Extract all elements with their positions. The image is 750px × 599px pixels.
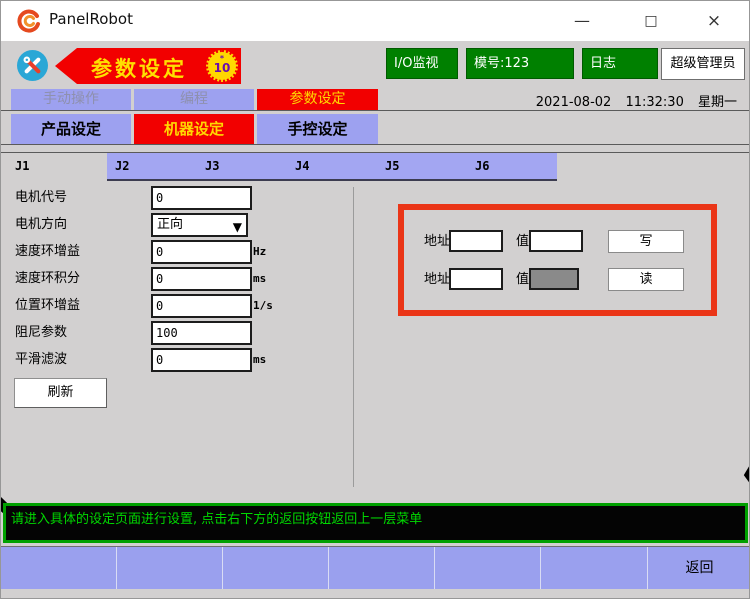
tab-product-settings[interactable]: 产品设定 <box>11 114 131 144</box>
date-text: 2021-08-02 <box>536 95 612 110</box>
field-unit: ms <box>253 353 266 366</box>
tab-j2[interactable]: J2 <box>107 153 197 181</box>
bottom-bar-cell[interactable] <box>540 547 647 589</box>
app-window: PanelRobot — □ × 参数设定 *10 I/O监视 模号:123 日… <box>0 0 750 599</box>
tab-j4[interactable]: J4 <box>287 153 377 181</box>
maximize-button[interactable]: □ <box>638 8 664 34</box>
tab-j6[interactable]: J6 <box>467 153 557 181</box>
write-button[interactable]: 写 <box>608 230 684 253</box>
field-label: 平滑滤波 <box>15 348 67 372</box>
field-unit: 1/s <box>253 299 273 312</box>
register-panel: 地址 值 写 地址 值 读 <box>398 204 717 316</box>
vertical-divider <box>353 187 354 487</box>
speed-loop-gain-input[interactable] <box>151 240 252 264</box>
write-address-input[interactable] <box>449 230 503 252</box>
super-admin-button[interactable]: 超级管理员 <box>661 48 745 80</box>
page-number-badge: *10 <box>206 50 238 82</box>
field-label: 电机代号 <box>15 186 67 210</box>
divider-line <box>1 144 750 145</box>
smoothing-filter-input[interactable] <box>151 348 252 372</box>
damping-parameter-input[interactable] <box>151 321 252 345</box>
field-label: 位置环增益 <box>15 294 80 318</box>
field-label: 电机方向 <box>15 213 67 237</box>
window-title: PanelRobot <box>49 10 133 28</box>
panelrobot-logo-icon <box>17 9 41 33</box>
tab-parameter-settings[interactable]: 参数设定 <box>257 89 378 110</box>
read-row: 地址 值 读 <box>404 268 711 292</box>
edge-marker <box>743 463 750 485</box>
refresh-button[interactable]: 刷新 <box>14 378 107 408</box>
tab-manual-control-settings[interactable]: 手控设定 <box>257 114 378 144</box>
address-label: 地址 <box>424 230 450 254</box>
field-unit: ms <box>253 272 266 285</box>
read-address-input[interactable] <box>449 268 503 290</box>
bottom-bar-cell[interactable] <box>222 547 328 589</box>
bottom-bar-cell[interactable] <box>328 547 434 589</box>
io-monitor-button[interactable]: I/O监视 <box>386 48 458 79</box>
value-label: 值 <box>516 230 529 254</box>
tab-j1[interactable]: J1 <box>1 153 107 181</box>
tab-j3[interactable]: J3 <box>197 153 287 181</box>
close-button[interactable]: × <box>701 8 727 34</box>
read-value-display <box>529 268 579 290</box>
tab-programming[interactable]: 编程 <box>134 89 254 110</box>
value-label: 值 <box>516 268 529 292</box>
page-title: 参数设定 <box>91 53 187 83</box>
motor-code-input[interactable] <box>151 186 252 210</box>
model-number-button[interactable]: 模号:123 <box>466 48 574 79</box>
tab-machine-settings[interactable]: 机器设定 <box>134 114 254 144</box>
divider-line <box>1 110 750 111</box>
motor-direction-select[interactable]: 正向 ▼ <box>151 213 248 237</box>
status-message: 请进入具体的设定页面进行设置, 点击右下方的返回按钮返回上一层菜单 <box>11 512 422 527</box>
selected-option: 正向 <box>157 217 183 232</box>
field-unit: Hz <box>253 245 266 258</box>
field-label: 阻尼参数 <box>15 321 67 345</box>
settings-tools-icon <box>17 50 48 81</box>
bottom-bar-cell[interactable] <box>116 547 222 589</box>
field-label: 速度环增益 <box>15 240 80 264</box>
weekday-text: 星期一 <box>698 95 737 110</box>
speed-loop-integral-input[interactable] <box>151 267 252 291</box>
bottom-bar-cell[interactable] <box>434 547 540 589</box>
back-button[interactable]: 返回 <box>647 547 750 589</box>
write-value-input[interactable] <box>529 230 583 252</box>
tab-manual-operation[interactable]: 手动操作 <box>11 89 131 110</box>
tab-j5[interactable]: J5 <box>377 153 467 181</box>
datetime-display: 2021-08-02 11:32:30 星期一 <box>526 91 737 110</box>
bottom-bar-cell[interactable] <box>1 547 116 589</box>
log-button[interactable]: 日志 <box>582 48 658 79</box>
minimize-button[interactable]: — <box>569 8 595 34</box>
chevron-down-icon: ▼ <box>233 217 242 237</box>
time-text: 11:32:30 <box>625 95 683 110</box>
position-loop-gain-input[interactable] <box>151 294 252 318</box>
status-bar: 请进入具体的设定页面进行设置, 点击右下方的返回按钮返回上一层菜单 <box>3 503 748 543</box>
title-bar: PanelRobot — □ × <box>1 1 749 41</box>
address-label: 地址 <box>424 268 450 292</box>
write-row: 地址 值 写 <box>404 230 711 254</box>
read-button[interactable]: 读 <box>608 268 684 291</box>
bottom-button-bar: 返回 <box>1 546 750 589</box>
field-label: 速度环积分 <box>15 267 80 291</box>
